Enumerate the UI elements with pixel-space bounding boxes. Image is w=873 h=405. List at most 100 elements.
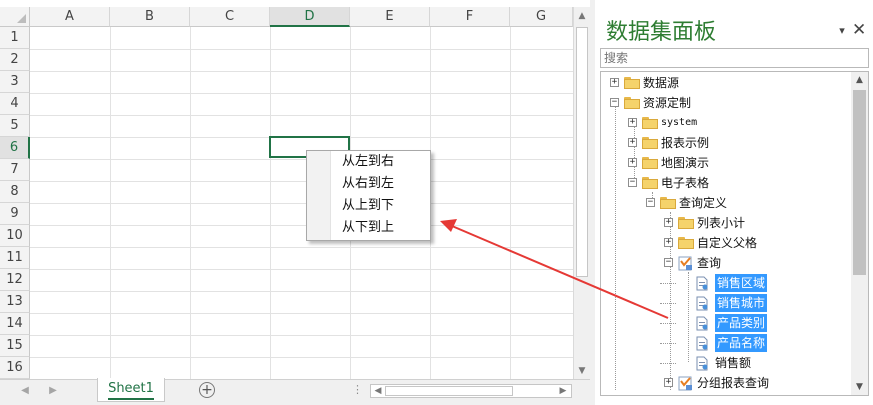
column-header-f[interactable]: F (430, 7, 510, 27)
panel-close-icon[interactable]: ✕ (852, 21, 866, 39)
scroll-up-icon[interactable]: ▲ (576, 9, 588, 23)
query-icon (678, 376, 692, 391)
scroll-down-icon[interactable]: ▼ (576, 364, 588, 378)
tree-node-label[interactable]: 分组报表查询 (697, 374, 769, 392)
row-header-6[interactable]: 6 (0, 137, 30, 159)
tree-scroll-up-icon[interactable]: ▲ (853, 74, 866, 86)
column-header-c[interactable]: C (190, 7, 270, 27)
grid-line (30, 115, 573, 116)
tree-node-label[interactable]: 产品类别 (715, 314, 768, 332)
tree-node-label[interactable]: 报表示例 (661, 134, 709, 152)
row-header-4[interactable]: 4 (0, 93, 30, 115)
row-header-3[interactable]: 3 (0, 71, 30, 93)
tree-guide-line (615, 102, 617, 390)
grid-line (30, 269, 573, 270)
collapse-icon[interactable]: − (610, 98, 619, 107)
row-header-8[interactable]: 8 (0, 181, 30, 203)
tree-node-label[interactable]: 数据源 (643, 74, 679, 92)
menu-item-top-to-bottom[interactable]: 从上到下 (335, 195, 427, 217)
row-header-1[interactable]: 1 (0, 27, 30, 49)
field-icon (696, 316, 708, 331)
grid-line (30, 159, 573, 160)
tree-node-label[interactable]: 销售城市 (715, 294, 768, 312)
add-sheet-button[interactable]: + (199, 382, 215, 398)
tree-node-label[interactable]: 电子表格 (661, 174, 709, 192)
menu-item-bottom-to-top[interactable]: 从下到上 (335, 217, 427, 239)
row-header-10[interactable]: 10 (0, 225, 30, 247)
tree-scroll-down-icon[interactable]: ▼ (853, 381, 866, 393)
scroll-left-icon[interactable]: ◀ (372, 384, 384, 398)
tree-node[interactable] (646, 194, 850, 212)
tree-node-label[interactable]: system (661, 114, 697, 132)
panel-pin-icon[interactable]: ▾ (836, 24, 848, 38)
tree-guide-line (660, 303, 676, 305)
menu-item-left-to-right[interactable]: 从左到右 (335, 151, 427, 173)
expand-icon[interactable]: + (664, 378, 673, 387)
sheet-vertical-scroll-thumb[interactable] (576, 27, 588, 277)
tree-node-label[interactable]: 列表小计 (697, 214, 745, 232)
tree-guide-line (660, 363, 676, 365)
tree-node-label[interactable]: 销售区域 (715, 274, 768, 292)
grid-line (30, 357, 573, 358)
datasource-icon (624, 77, 640, 89)
collapse-icon[interactable]: − (664, 258, 673, 267)
tree-guide-line (660, 323, 676, 325)
tab-splitter-handle[interactable]: ⋮ (352, 382, 363, 398)
field-icon (696, 336, 708, 351)
sheet-tab-underline (108, 398, 154, 400)
tree-guide-line (660, 283, 676, 285)
row-header-12[interactable]: 12 (0, 269, 30, 291)
grid-line (30, 93, 573, 94)
tab-next-icon[interactable]: ▶ (46, 384, 60, 398)
tree-vertical-scroll-thumb[interactable] (853, 90, 866, 275)
tree-node-label[interactable]: 资源定制 (643, 94, 691, 112)
row-header-11[interactable]: 11 (0, 247, 30, 269)
column-header-a[interactable]: A (30, 7, 110, 27)
tab-prev-icon[interactable]: ◀ (18, 384, 32, 398)
column-header-d[interactable]: D (270, 7, 350, 27)
sheet-horizontal-scroll-thumb[interactable] (385, 386, 513, 396)
row-header-9[interactable]: 9 (0, 203, 30, 225)
menu-item-right-to-left[interactable]: 从右到左 (335, 173, 427, 195)
tree-node-label[interactable]: 销售额 (715, 354, 751, 372)
folder-icon (642, 137, 658, 149)
grid-line (30, 313, 573, 314)
expand-icon[interactable]: + (628, 138, 637, 147)
row-header-14[interactable]: 14 (0, 313, 30, 335)
folder-icon (642, 157, 658, 169)
expand-icon[interactable]: + (664, 218, 673, 227)
row-header-2[interactable]: 2 (0, 49, 30, 71)
scroll-right-icon[interactable]: ▶ (557, 384, 569, 398)
tree-node-label[interactable]: 地图演示 (661, 154, 709, 172)
tree-node-label[interactable]: 自定义父格 (697, 234, 757, 252)
column-header-g[interactable]: G (510, 7, 573, 27)
context-menu-gutter (307, 151, 331, 240)
row-header-13[interactable]: 13 (0, 291, 30, 313)
row-header-5[interactable]: 5 (0, 115, 30, 137)
field-icon (696, 356, 708, 371)
collapse-icon[interactable]: − (646, 198, 655, 207)
column-header-b[interactable]: B (110, 7, 190, 27)
column-header-e[interactable]: E (350, 7, 430, 27)
expand-icon[interactable]: + (628, 158, 637, 167)
expand-icon[interactable]: + (664, 238, 673, 247)
search-input[interactable] (600, 48, 869, 68)
folder-icon (678, 217, 694, 229)
folder-icon (678, 237, 694, 249)
row-header-16[interactable]: 16 (0, 357, 30, 379)
expand-icon[interactable]: + (610, 78, 619, 87)
folder-icon (642, 177, 658, 189)
row-header-15[interactable]: 15 (0, 335, 30, 357)
folder-icon (624, 97, 640, 109)
expand-icon[interactable]: + (628, 118, 637, 127)
tree-node-label[interactable]: 查询定义 (679, 194, 727, 212)
row-header-7[interactable]: 7 (0, 159, 30, 181)
grid-line (30, 335, 573, 336)
collapse-icon[interactable]: − (628, 178, 637, 187)
grid-line (30, 291, 573, 292)
folder-icon (642, 117, 658, 129)
grid-line (30, 181, 573, 182)
folder-icon (660, 197, 676, 209)
tree-node-label[interactable]: 查询 (697, 254, 721, 272)
tree-node-label[interactable]: 产品名称 (715, 334, 768, 352)
